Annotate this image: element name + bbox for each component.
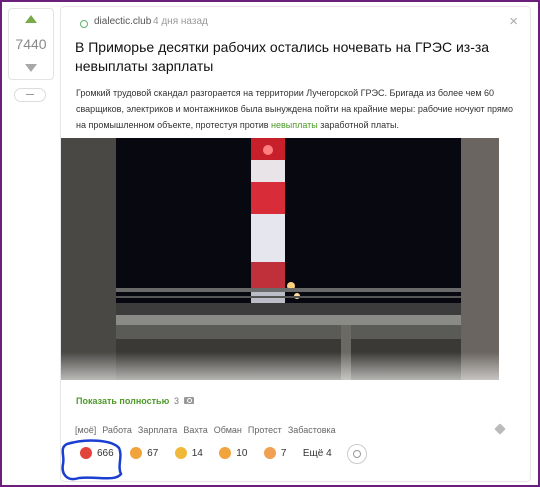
reaction-count: 10 bbox=[236, 448, 248, 459]
post-photo[interactable] bbox=[61, 138, 499, 380]
annotation-scribble bbox=[61, 439, 123, 481]
minus-icon bbox=[26, 94, 34, 95]
crying-face-icon bbox=[130, 447, 143, 459]
camera-icon bbox=[184, 397, 194, 404]
photo-fade bbox=[61, 352, 530, 397]
community-icon bbox=[80, 20, 88, 28]
reaction-count: 7 bbox=[280, 448, 287, 459]
laughing-face-icon bbox=[174, 447, 187, 459]
reaction-button[interactable]: 14 bbox=[170, 444, 208, 464]
reaction-count: 67 bbox=[147, 448, 159, 459]
tag-item[interactable]: Протест bbox=[248, 425, 282, 435]
tag-item[interactable]: [моё] bbox=[75, 425, 96, 435]
tag-icon[interactable] bbox=[494, 423, 506, 435]
community-link[interactable]: dialectic.club bbox=[94, 16, 151, 27]
add-reaction-icon[interactable] bbox=[347, 444, 368, 464]
vote-count: 7440 bbox=[15, 36, 47, 52]
photo-count: 3 bbox=[174, 396, 180, 406]
tag-item[interactable]: Работа bbox=[102, 425, 132, 435]
reaction-count: 14 bbox=[191, 448, 203, 459]
post-title[interactable]: В Приморье десятки рабочих остались ноче… bbox=[75, 38, 505, 76]
tag-item[interactable]: Вахта bbox=[183, 425, 207, 435]
post-text-link[interactable]: невыплаты bbox=[271, 120, 318, 130]
collapse-button[interactable] bbox=[14, 88, 46, 102]
reaction-button[interactable]: 67 bbox=[125, 444, 163, 464]
reaction-button[interactable]: 10 bbox=[214, 444, 252, 464]
post-card: dialectic.club 4 дня назад × В Приморье … bbox=[60, 6, 531, 482]
post-text-part: заработной платы. bbox=[317, 120, 400, 130]
vote-panel: 7440 bbox=[8, 8, 54, 80]
clapping-hands-icon bbox=[263, 447, 276, 459]
show-more-link[interactable]: Показать полностью bbox=[76, 396, 169, 406]
reaction-button[interactable]: 7 bbox=[259, 444, 292, 464]
grinning-face-icon bbox=[219, 447, 232, 459]
more-reactions-button[interactable]: Ещё 4 bbox=[298, 444, 337, 464]
tag-item[interactable]: Зарплата bbox=[138, 425, 177, 435]
downvote-arrow-icon[interactable] bbox=[25, 64, 37, 72]
tag-item[interactable]: Обман bbox=[214, 425, 242, 435]
upvote-arrow-icon[interactable] bbox=[25, 15, 37, 23]
post-time: 4 дня назад bbox=[153, 16, 208, 27]
post-text: Громкий трудовой скандал разгорается на … bbox=[76, 85, 516, 133]
tag-list: [моё] Работа Зарплата Вахта Обман Протест Заба… bbox=[75, 425, 342, 435]
close-icon[interactable]: × bbox=[509, 13, 518, 30]
tag-item[interactable]: Забастовка bbox=[288, 425, 336, 435]
